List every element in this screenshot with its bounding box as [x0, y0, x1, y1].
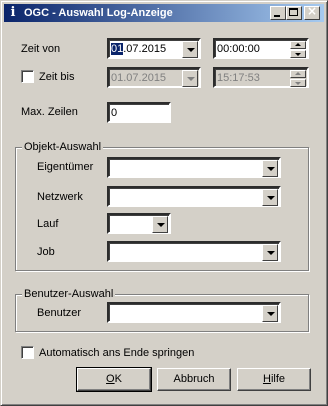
lauf-combobox[interactable] [107, 213, 171, 234]
objekt-auswahl-legend: Objekt-Auswahl [22, 140, 104, 154]
netzwerk-label: Netzwerk [37, 191, 83, 203]
eigentuemer-label: Eigentümer [37, 161, 94, 173]
lauf-label: Lauf [37, 218, 59, 230]
dialog-window: i OGC - Auswahl Log-Anzeige × Zeit von 0… [0, 0, 328, 406]
window-title: OGC - Auswahl Log-Anzeige [24, 7, 173, 19]
zeit-bis-label: Zeit bis [39, 71, 75, 83]
ok-button[interactable]: OK [76, 367, 152, 392]
job-combobox[interactable] [107, 241, 281, 262]
auto-end-checkbox[interactable] [21, 346, 34, 359]
eigentuemer-combobox[interactable] [107, 157, 281, 178]
chevron-down-icon[interactable] [262, 160, 278, 177]
benutzer-combobox[interactable] [107, 302, 281, 323]
zeit-von-date-value: 01.07.2015 [111, 42, 166, 56]
zeit-von-date-picker[interactable]: 01.07.2015 [107, 38, 201, 59]
maximize-button[interactable] [286, 6, 302, 20]
zeit-bis-time-field[interactable]: 15:17:53 [213, 67, 309, 88]
zeit-von-time-value: 00:00:00 [217, 43, 260, 55]
benutzer-label: Benutzer [37, 307, 82, 319]
maximize-icon [289, 8, 298, 16]
zeit-von-label: Zeit von [21, 43, 61, 55]
spin-up-icon[interactable] [290, 70, 306, 78]
info-icon: i [10, 5, 16, 20]
abbruch-label: Abbruch [173, 373, 215, 385]
hilfe-accelerator: H [262, 373, 271, 385]
close-icon: × [307, 4, 318, 18]
max-zeilen-input[interactable]: 0 [107, 102, 171, 123]
max-zeilen-label: Max. Zeilen [21, 106, 78, 118]
hilfe-label-rest: ilfe [270, 373, 285, 385]
netzwerk-combobox[interactable] [107, 186, 281, 207]
ok-accelerator: O [106, 373, 115, 385]
benutzer-auswahl-legend: Benutzer-Auswahl [22, 287, 116, 301]
chevron-down-icon[interactable] [182, 41, 198, 58]
auto-end-label: Automatisch ans Ende springen [39, 347, 195, 359]
spin-down-icon[interactable] [290, 50, 306, 58]
zeit-von-time-spinner[interactable] [290, 41, 306, 58]
zeit-von-date-rest: .07.2015 [123, 43, 167, 55]
zeit-von-date-selected-part: 01 [111, 43, 124, 55]
zeit-bis-checkbox[interactable] [21, 70, 34, 83]
chevron-down-icon[interactable] [182, 70, 198, 87]
zeit-bis-time-value: 15:17:53 [217, 72, 260, 84]
title-bar[interactable]: i OGC - Auswahl Log-Anzeige × [4, 4, 324, 22]
zeit-bis-time-spinner[interactable] [290, 70, 306, 87]
hilfe-button[interactable]: Hilfe [237, 368, 311, 391]
spin-up-icon[interactable] [290, 41, 306, 49]
abbruch-button[interactable]: Abbruch [157, 368, 231, 391]
chevron-down-icon[interactable] [262, 305, 278, 322]
zeit-bis-date-value: 01.07.2015 [111, 72, 167, 84]
minimize-icon [274, 15, 280, 17]
chevron-down-icon[interactable] [262, 189, 278, 206]
close-button[interactable]: × [304, 4, 320, 20]
zeit-bis-date-picker[interactable]: 01.07.2015 [107, 67, 201, 88]
spin-down-icon[interactable] [290, 79, 306, 87]
chevron-down-icon[interactable] [262, 244, 278, 261]
max-zeilen-value: 0 [111, 107, 118, 119]
chevron-down-icon[interactable] [152, 216, 168, 233]
ok-label-rest: K [114, 373, 122, 385]
minimize-button[interactable] [270, 6, 286, 20]
zeit-von-time-field[interactable]: 00:00:00 [213, 38, 309, 59]
job-label: Job [37, 246, 55, 258]
